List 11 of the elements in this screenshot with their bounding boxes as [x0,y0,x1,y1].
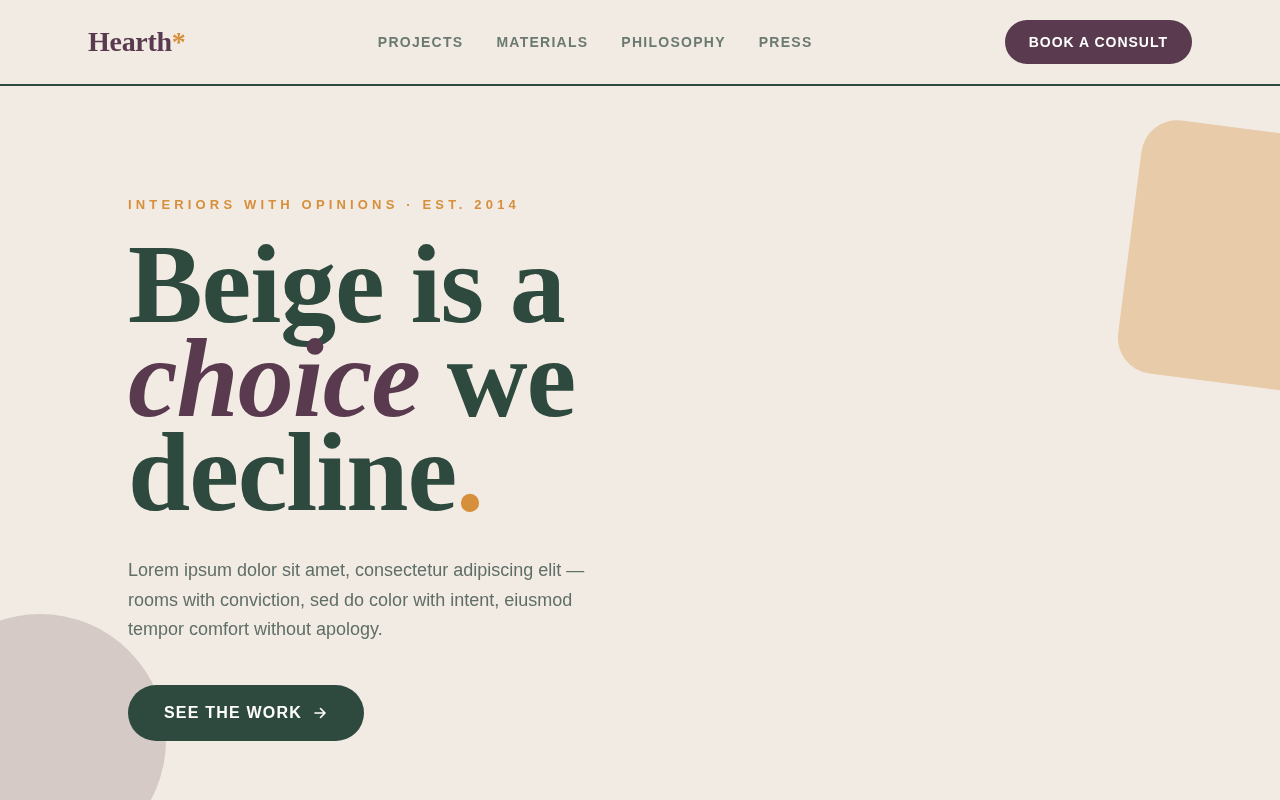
see-work-button[interactable]: SEE THE WORK [128,684,364,741]
arrow-right-icon [313,706,326,719]
nav-link[interactable]: PRESS [758,31,813,53]
headline: Beige is a choice we decline. [128,237,577,519]
logo[interactable]: Hearth* [88,28,186,56]
nav-link[interactable]: PROJECTS [377,31,464,53]
hero-paragraph: Lorem ipsum dolor sit amet, consectetur adipiscing elit — rooms with conviction, sed do color with intent, eiusmod tempor comfort without apology. [128,559,586,641]
book-consult-button[interactable]: BOOK A CONSULT [1004,20,1192,64]
nav-link[interactable]: MATERIALS [496,31,589,53]
nav-link[interactable]: PHILOSOPHY [621,31,726,53]
eyebrow-text: INTERIORS WITH OPINIONS · EST. 2014 [128,197,520,213]
